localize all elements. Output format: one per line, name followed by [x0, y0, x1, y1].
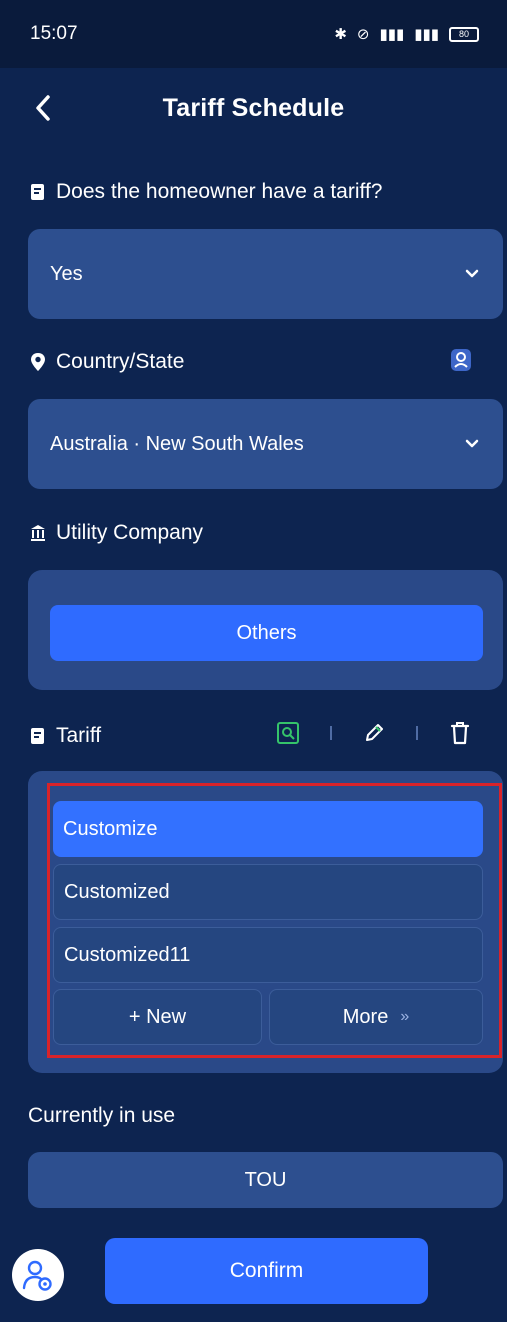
- tariff-item-customize[interactable]: Customize: [53, 801, 483, 857]
- tariff-label-row: Tariff: [30, 724, 101, 748]
- status-bar: 15:07 ✱ ⊘ ▮▮▮ ▮▮▮ 80: [0, 0, 507, 68]
- currently-in-use-label-row: Currently in use: [28, 1104, 175, 1128]
- user-settings-icon: [22, 1260, 52, 1291]
- bluetooth-icon: ✱: [334, 26, 347, 43]
- mute-icon: ⊘: [356, 26, 370, 43]
- chevron-down-icon: [465, 269, 479, 278]
- currently-in-use-value-box: TOU: [28, 1152, 503, 1208]
- header: Tariff Schedule: [0, 68, 507, 148]
- status-icons: ✱ ⊘ ▮▮▮ ▮▮▮ 80: [334, 25, 479, 43]
- building-icon: [31, 525, 45, 541]
- utility-others-button[interactable]: Others: [50, 605, 483, 661]
- tariff-toolbar: [276, 721, 472, 745]
- user-location-icon: [451, 349, 471, 371]
- tariff-more-button[interactable]: More »: [269, 989, 483, 1045]
- currently-in-use-label: Currently in use: [28, 1104, 176, 1127]
- chevron-left-icon: [36, 95, 50, 121]
- document-icon: [31, 728, 44, 744]
- tariff-item-label: Customized: [64, 880, 170, 903]
- locate-button[interactable]: [448, 346, 474, 374]
- trash-icon: [450, 722, 470, 745]
- document-icon: [31, 184, 44, 200]
- homeowner-tariff-select[interactable]: Yes: [28, 229, 503, 319]
- country-state-label-row: Country/State: [30, 350, 184, 374]
- homeowner-tariff-label-row: Does the homeowner have a tariff?: [30, 180, 382, 204]
- signal-icon-2: ▮▮▮: [414, 26, 439, 43]
- tariff-item-customized[interactable]: Customized: [53, 864, 483, 920]
- signal-icon: ▮▮▮: [379, 26, 405, 43]
- double-chevron-right-icon: »: [400, 1008, 410, 1025]
- tariff-item-label: Customize: [63, 817, 158, 840]
- tariff-delete-button[interactable]: [448, 721, 472, 745]
- country-state-label: Country/State: [56, 350, 185, 373]
- toolbar-divider: [330, 726, 332, 740]
- pencil-icon: [366, 724, 383, 741]
- back-button[interactable]: [28, 90, 58, 126]
- tariff-new-button[interactable]: + New: [53, 989, 262, 1045]
- tariff-edit-button[interactable]: [362, 721, 386, 745]
- homeowner-tariff-label: Does the homeowner have a tariff?: [56, 180, 383, 203]
- country-state-value: Australia · New South Wales: [50, 432, 304, 455]
- tariff-item-customized11[interactable]: Customized11: [53, 927, 483, 983]
- assistant-fab-button[interactable]: [12, 1249, 64, 1301]
- page-title: Tariff Schedule: [162, 93, 345, 122]
- country-state-select[interactable]: Australia · New South Wales: [28, 399, 503, 489]
- toolbar-divider: [416, 726, 418, 740]
- tariff-more-label: More: [342, 1005, 389, 1028]
- homeowner-tariff-value: Yes: [50, 262, 83, 285]
- tariff-item-label: Customized11: [64, 943, 191, 966]
- search-doc-icon: [277, 722, 299, 744]
- currently-in-use-value: TOU: [244, 1168, 287, 1191]
- utility-company-panel: Others: [28, 570, 503, 690]
- utility-company-label: Utility Company: [56, 521, 204, 544]
- tariff-label: Tariff: [56, 724, 102, 747]
- confirm-button[interactable]: Confirm: [105, 1238, 428, 1304]
- utility-company-label-row: Utility Company: [30, 521, 203, 545]
- status-time: 15:07: [30, 23, 78, 44]
- tariff-search-button[interactable]: [276, 721, 300, 745]
- battery-icon: 80: [449, 26, 479, 42]
- chevron-down-icon: [465, 439, 479, 448]
- tariff-new-label: + New: [128, 1005, 187, 1028]
- location-pin-icon: [31, 353, 45, 371]
